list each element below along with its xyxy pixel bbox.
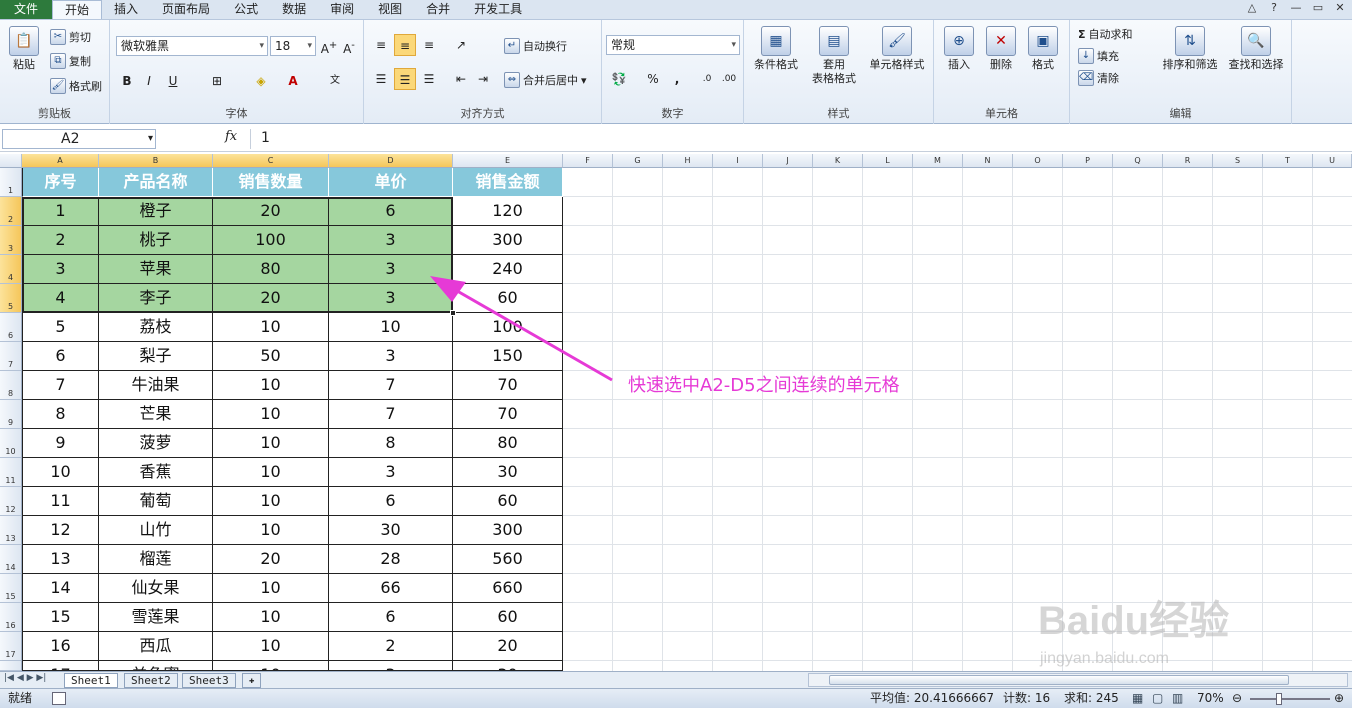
watermark-logo: Baidu经验 — [1038, 599, 1230, 643]
zoom-in-icon[interactable]: ⊕ — [1334, 689, 1344, 708]
zoom-slider-thumb[interactable] — [1276, 693, 1282, 705]
view-page-layout-icon[interactable]: ▢ — [1152, 689, 1163, 708]
view-normal-icon[interactable]: ▦ — [1132, 689, 1143, 708]
scrollbar-thumb[interactable] — [829, 675, 1289, 685]
zoom-slider[interactable] — [1250, 698, 1330, 700]
status-average: 平均值: 20.41666667 — [870, 691, 995, 705]
sheet-tab-1[interactable]: Sheet1 — [64, 673, 118, 688]
horizontal-scrollbar[interactable] — [808, 673, 1348, 687]
zoom-out-icon[interactable]: ⊖ — [1232, 689, 1242, 708]
sheet-nav-icons[interactable]: |◀ ◀ ▶ ▶| — [4, 673, 46, 683]
status-sum: 求和: 245 — [1064, 691, 1119, 705]
status-ready: 就绪 — [8, 691, 33, 705]
macro-record-icon[interactable] — [52, 692, 66, 705]
sheet-tab-3[interactable]: Sheet3 — [182, 673, 236, 688]
sheet-tab-2[interactable]: Sheet2 — [124, 673, 178, 688]
zoom-level[interactable]: 70% — [1197, 689, 1224, 708]
annotation-text: 快速选中A2-D5之间连续的单元格 — [628, 375, 900, 396]
status-count: 计数: 16 — [1003, 691, 1051, 705]
status-bar: 就绪 平均值: 20.41666667 计数: 16 求和: 245 ▦ ▢ ▥… — [0, 688, 1352, 708]
view-page-break-icon[interactable]: ▥ — [1172, 689, 1183, 708]
watermark-url: jingyan.baidu.com — [1040, 650, 1169, 667]
insert-sheet-icon[interactable]: ✚ — [242, 673, 262, 688]
